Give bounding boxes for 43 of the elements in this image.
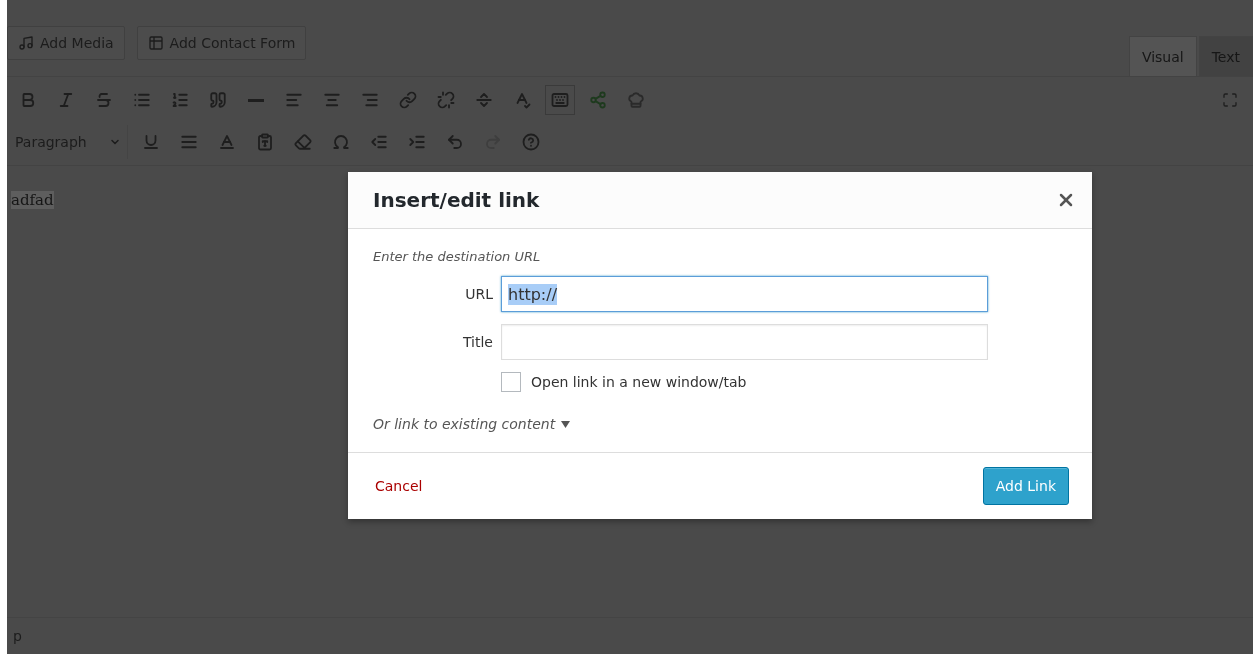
input-value: http:// (508, 283, 557, 305)
editor-text: adfad (11, 191, 54, 209)
field-label: Title (462, 334, 493, 350)
unlink-icon (437, 91, 455, 109)
checkbox[interactable] (501, 372, 521, 392)
keyboard-icon (551, 91, 569, 109)
align-left-icon (285, 91, 303, 109)
existing-content-toggle[interactable]: Or link to existing content (373, 416, 1067, 432)
cancel-link[interactable]: Cancel (375, 478, 423, 494)
undo-icon (445, 133, 464, 151)
italic-icon (57, 91, 75, 109)
align-center-icon (323, 91, 341, 109)
instruction-text: Enter the destination URL (373, 249, 542, 264)
omega-icon (331, 133, 350, 151)
chef-hat-icon (627, 91, 645, 109)
help-icon (521, 133, 540, 151)
dialog-title: Insert/edit link (373, 188, 540, 212)
separator-icon (475, 91, 493, 109)
input-field[interactable] (501, 324, 988, 360)
underline-icon (141, 133, 160, 151)
input-field[interactable]: http:// (501, 276, 988, 312)
fullscreen-icon (1222, 92, 1238, 108)
quote-icon (209, 91, 227, 109)
eraser-icon (293, 133, 312, 151)
paste-text-icon (255, 133, 274, 151)
share-icon (589, 91, 607, 109)
text-color-icon (217, 133, 236, 151)
checkbox-label: Open link in a new window/tab (531, 374, 747, 390)
form-icon (147, 35, 164, 51)
media-icon (18, 35, 34, 51)
link-icon (399, 91, 417, 109)
editor-tab[interactable]: Visual (1128, 36, 1197, 76)
numbered-list-icon (171, 91, 189, 109)
add-link-button[interactable]: Add Link (982, 467, 1069, 505)
bullet-list-icon (133, 91, 151, 109)
triangle-icon (561, 420, 571, 428)
indent-icon (407, 133, 426, 151)
strikethrough-icon (95, 91, 113, 109)
field-label: URL (464, 286, 493, 302)
keyboard-button[interactable] (545, 85, 575, 115)
outdent-icon (369, 133, 388, 151)
align-right-icon (361, 91, 379, 109)
justify-icon (179, 133, 198, 151)
